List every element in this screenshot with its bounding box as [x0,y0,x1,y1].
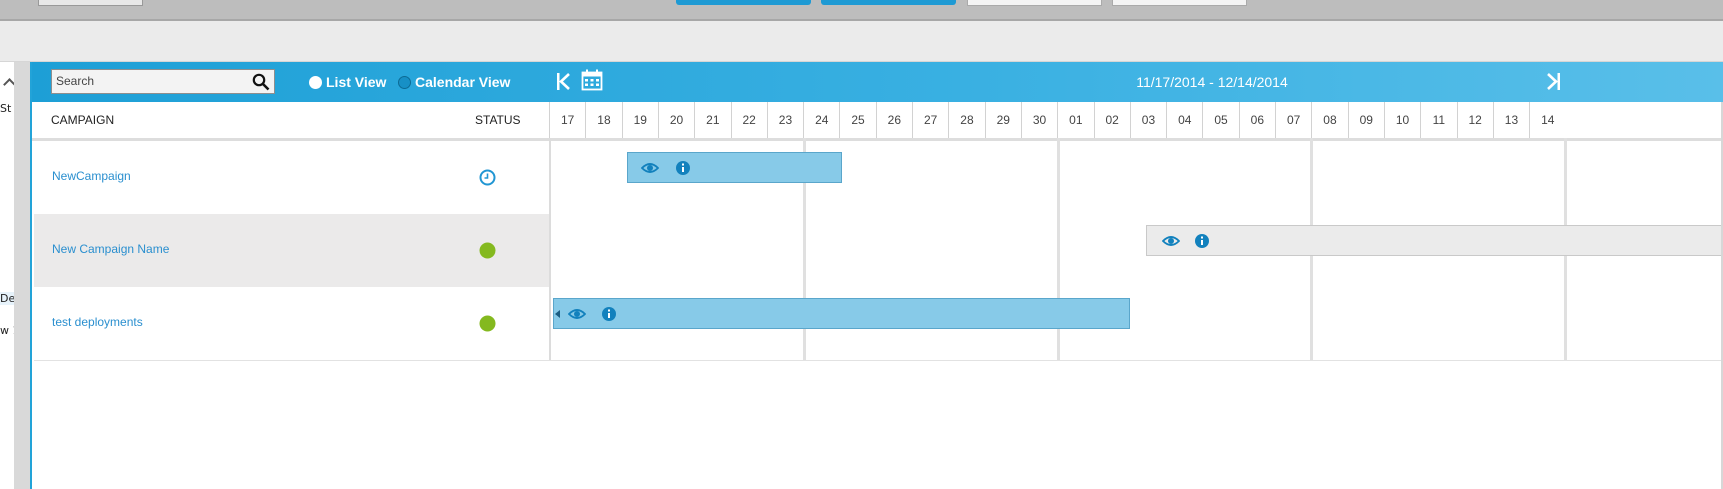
calendar-toolbar: Search List View Calendar View 11/17/201 [32,62,1723,102]
eye-icon[interactable] [568,306,586,322]
day-header-cell: 14 [1529,102,1565,138]
day-header-cell: 09 [1347,102,1384,138]
day-header-cell: 30 [1020,102,1057,138]
radio-unselected-icon[interactable] [398,76,411,89]
calendar-icon[interactable] [581,69,603,91]
day-header-cell: 27 [912,102,948,138]
campaign-row: NewCampaign [34,141,1723,214]
day-header-cell: 18 [585,102,621,138]
day-header-cell: 13 [1492,102,1529,138]
day-header-cell: 22 [730,102,767,138]
campaign-timeline-bar[interactable] [553,298,1130,329]
info-icon[interactable] [1193,233,1211,249]
campaign-link[interactable]: test deployments [52,315,143,329]
day-header-cell: 26 [875,102,912,138]
day-header-cell: 20 [657,102,694,138]
sidebar-cut-text-2[interactable]: Dev [0,292,14,305]
top-input[interactable] [38,0,143,6]
day-header-cell: 06 [1238,102,1275,138]
day-header-cell: 11 [1420,102,1456,138]
last-page-icon[interactable] [1545,72,1561,91]
day-header-cell: 10 [1383,102,1420,138]
sub-header-bar [0,21,1723,62]
continues-left-icon [555,310,560,318]
day-header-cell: 03 [1129,102,1166,138]
top-button-1[interactable] [676,0,811,5]
timeline-divider [549,138,551,360]
day-header-cell: 01 [1057,102,1093,138]
eye-icon[interactable] [1162,233,1180,249]
first-page-icon[interactable] [556,72,572,91]
day-header-cell: 08 [1311,102,1347,138]
day-header-cell: 07 [1275,102,1311,138]
search-icon[interactable] [252,73,270,91]
app-top-bar [0,0,1723,21]
row-divider [34,360,1723,361]
search-input[interactable]: Search [51,69,275,94]
info-icon[interactable] [600,306,618,322]
list-view-label: List View [326,74,387,90]
top-select-1[interactable] [967,0,1102,6]
day-header-cell: 24 [803,102,839,138]
campaign-column-header[interactable]: CAMPAIGN [51,113,114,127]
campaign-calendar-panel: Search List View Calendar View 11/17/201 [30,62,1723,489]
campaign-link[interactable]: NewCampaign [52,169,131,183]
status-active-icon [479,315,496,332]
sidebar-cut-text-3: w 1 [0,324,14,337]
sidebar-scrollbar[interactable] [14,62,30,489]
campaign-row-highlighted: New Campaign Name [34,214,551,287]
list-view-radio[interactable]: List View [309,74,386,90]
info-icon[interactable] [674,160,692,176]
eye-icon[interactable] [641,160,659,176]
day-header-cell: 04 [1166,102,1202,138]
search-placeholder: Search [56,74,95,88]
day-header-cell: 28 [948,102,984,138]
radio-selected-icon[interactable] [309,76,322,89]
day-header-cell: 19 [621,102,658,138]
clock-icon [479,169,496,186]
calendar-view-radio[interactable]: Calendar View [398,74,510,90]
top-select-2[interactable] [1112,0,1247,6]
left-sidebar-fragment: St Dev w 1 [0,62,16,489]
campaign-timeline-bar[interactable] [1146,225,1723,256]
sidebar-cut-text-1: St [0,102,12,115]
column-header-row: CAMPAIGN STATUS 17 18 19 20 21 22 23 24 25 26 27 28… [32,102,1723,141]
status-column-header[interactable]: STATUS [475,113,521,127]
day-header-cell: 02 [1093,102,1130,138]
calendar-view-label: Calendar View [415,74,511,90]
campaign-link[interactable]: New Campaign Name [52,242,169,256]
day-header-cell: 23 [766,102,803,138]
day-header-cell: 25 [839,102,875,138]
day-header-cell: 21 [694,102,730,138]
day-header-cell: 17 [549,102,585,138]
day-header-cell: 29 [984,102,1021,138]
day-header-cell: 05 [1202,102,1238,138]
top-button-2[interactable] [821,0,956,5]
day-header-cell: 12 [1456,102,1493,138]
campaign-timeline-bar[interactable] [627,152,842,183]
date-range-label: 11/17/2014 - 12/14/2014 [1136,74,1288,90]
status-active-icon [479,242,496,259]
